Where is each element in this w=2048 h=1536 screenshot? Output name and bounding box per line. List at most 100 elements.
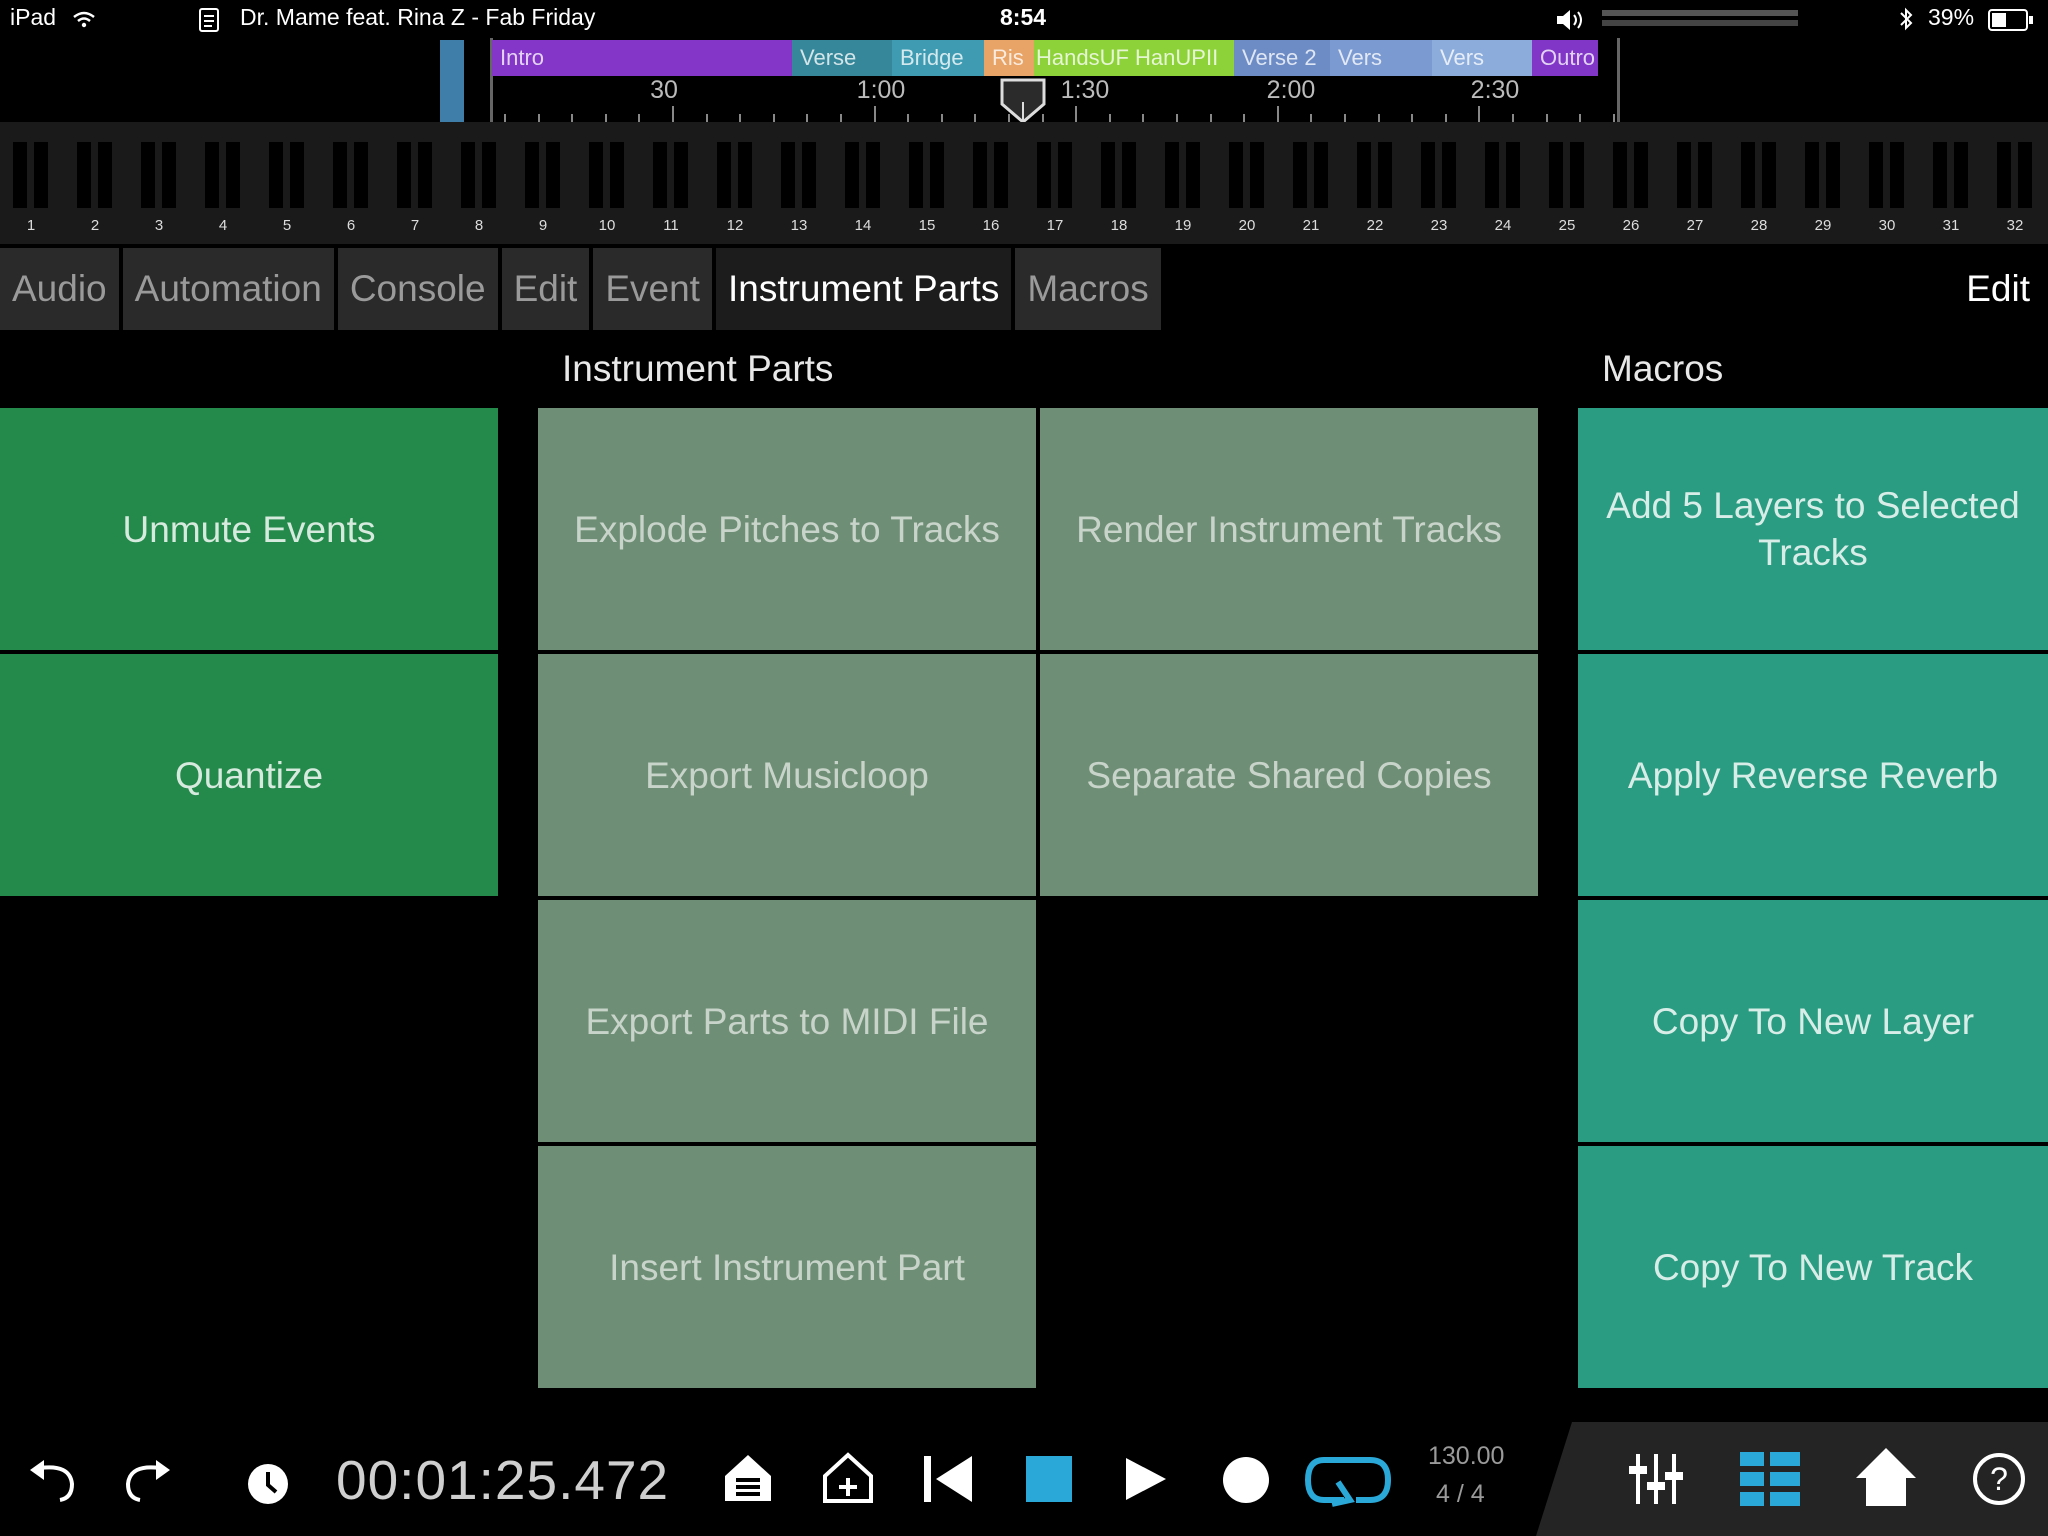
add-marker-icon[interactable]	[822, 1452, 874, 1504]
timeline-tick	[873, 106, 876, 122]
bluetooth-icon	[1900, 7, 1913, 31]
grid-icon[interactable]	[1738, 1450, 1802, 1508]
keyboard-key-group[interactable]	[396, 142, 434, 208]
keyboard-key-group[interactable]	[1740, 142, 1778, 208]
tab-macros[interactable]: Macros	[1015, 248, 1161, 330]
home-icon[interactable]	[1854, 1446, 1918, 1508]
mixer-icon[interactable]	[1626, 1450, 1686, 1508]
copy-to-new-track-button[interactable]: Copy To New Track	[1578, 1146, 2048, 1388]
stop-icon[interactable]	[1026, 1456, 1072, 1502]
keyboard-key-group[interactable]	[588, 142, 626, 208]
loop-icon[interactable]	[1304, 1452, 1392, 1508]
timeline-tick	[1209, 114, 1212, 122]
undo-icon[interactable]	[26, 1458, 78, 1504]
timeline-tick	[1612, 114, 1615, 122]
timeline-tick	[940, 114, 943, 122]
song-title: Dr. Mame feat. Rina Z - Fab Friday	[240, 4, 596, 30]
render-instrument-tracks-button[interactable]: Render Instrument Tracks	[1040, 408, 1538, 650]
clock-icon[interactable]	[246, 1462, 290, 1506]
keyboard-key-group[interactable]	[1100, 142, 1138, 208]
keyboard-key-number: 23	[1430, 217, 1448, 234]
marker-list-icon[interactable]	[722, 1452, 774, 1504]
time-display[interactable]: 00:01:25.472	[336, 1448, 669, 1512]
keyboard-key-number: 31	[1942, 217, 1960, 234]
export-musicloop-button[interactable]: Export Musicloop	[538, 654, 1036, 896]
keyboard-key-group[interactable]	[1612, 142, 1650, 208]
keyboard-key-group[interactable]	[1228, 142, 1266, 208]
insert-instrument-part-button[interactable]: Insert Instrument Part	[538, 1146, 1036, 1388]
keyboard-key-group[interactable]	[716, 142, 754, 208]
keyboard-key-number: 1	[26, 217, 36, 234]
keyboard-key-number: 11	[663, 217, 679, 234]
svg-text:?: ?	[1990, 1461, 2008, 1497]
add-layers-button[interactable]: Add 5 Layers to Selected Tracks	[1578, 408, 2048, 650]
keyboard-key-group[interactable]	[972, 142, 1010, 208]
keyboard-key-number: 6	[346, 217, 356, 234]
keyboard-key-group[interactable]	[1868, 142, 1906, 208]
playhead-icon[interactable]	[998, 78, 1048, 124]
timeline-tick	[1243, 114, 1246, 122]
apply-reverse-reverb-button[interactable]: Apply Reverse Reverb	[1578, 654, 2048, 896]
unmute-events-button[interactable]: Unmute Events	[0, 408, 498, 650]
redo-icon[interactable]	[122, 1458, 174, 1504]
timeline-tick	[504, 114, 506, 122]
keyboard-strip[interactable]: 1 2 3 4 5 6 7 8 9 10 11 12 13 14 15 16 17 18 19 20 21 22 23 24 2…	[0, 122, 2048, 244]
play-icon[interactable]	[1124, 1456, 1168, 1502]
quantize-button[interactable]: Quantize	[0, 654, 498, 896]
timeline-tick	[1478, 106, 1481, 122]
timeline-tick	[806, 114, 809, 122]
keyboard-key-group[interactable]	[1356, 142, 1394, 208]
time-signature-display[interactable]: 4 / 4	[1436, 1480, 1485, 1509]
keyboard-key-group[interactable]	[1292, 142, 1330, 208]
tempo-display[interactable]: 130.00	[1428, 1442, 1504, 1471]
keyboard-key-group[interactable]	[1932, 142, 1970, 208]
keyboard-key-group[interactable]	[524, 142, 562, 208]
keyboard-key-number: 20	[1238, 217, 1256, 234]
keyboard-key-group[interactable]	[12, 142, 50, 208]
keyboard-key-group[interactable]	[76, 142, 114, 208]
keyboard-key-group[interactable]	[140, 142, 178, 208]
keyboard-key-group[interactable]	[844, 142, 882, 208]
keyboard-key-group[interactable]	[1484, 142, 1522, 208]
keyboard-key-group[interactable]	[1676, 142, 1714, 208]
keyboard-key-group[interactable]	[908, 142, 946, 208]
arranger-timeline[interactable]: Intro Verse Bridge Ris HandsUF HanUPII V…	[440, 38, 1624, 124]
edit-button[interactable]: Edit	[1966, 248, 2030, 330]
export-parts-midi-button[interactable]: Export Parts to MIDI File	[538, 900, 1036, 1142]
keyboard-key-group[interactable]	[204, 142, 242, 208]
keyboard-key-group[interactable]	[1996, 142, 2034, 208]
tab-automation[interactable]: Automation	[122, 248, 334, 330]
keyboard-key-group[interactable]	[652, 142, 690, 208]
timeline-tick	[1142, 114, 1145, 122]
battery-percent: 39%	[1928, 4, 1975, 30]
battery-icon	[1988, 9, 2033, 31]
rewind-to-start-icon[interactable]	[922, 1454, 974, 1504]
timeline-tick	[1444, 114, 1447, 122]
keyboard-key-group[interactable]	[1164, 142, 1202, 208]
tab-edit[interactable]: Edit	[501, 248, 590, 330]
timeline-tick	[638, 114, 641, 122]
keyboard-key-group[interactable]	[1548, 142, 1586, 208]
tab-audio[interactable]: Audio	[0, 248, 119, 330]
separate-shared-copies-button[interactable]: Separate Shared Copies	[1040, 654, 1538, 896]
keyboard-key-number: 9	[538, 217, 548, 234]
tab-instrument-parts[interactable]: Instrument Parts	[715, 248, 1012, 330]
keyboard-key-group[interactable]	[1036, 142, 1074, 208]
keyboard-key-group[interactable]	[460, 142, 498, 208]
explode-pitches-button[interactable]: Explode Pitches to Tracks	[538, 408, 1036, 650]
keyboard-key-group[interactable]	[1804, 142, 1842, 208]
record-icon[interactable]	[1222, 1456, 1270, 1504]
keyboard-key-group[interactable]	[780, 142, 818, 208]
keyboard-key-number: 14	[854, 217, 872, 234]
volume-bar-2	[1602, 20, 1798, 26]
keyboard-key-number: 29	[1814, 217, 1832, 234]
keyboard-key-group[interactable]	[268, 142, 306, 208]
keyboard-key-group[interactable]	[1420, 142, 1458, 208]
timeline-tick	[1545, 114, 1548, 122]
document-icon	[199, 8, 219, 32]
copy-to-new-layer-button[interactable]: Copy To New Layer	[1578, 900, 2048, 1142]
tab-event[interactable]: Event	[593, 248, 712, 330]
help-icon[interactable]: ?	[1972, 1452, 2026, 1506]
keyboard-key-group[interactable]	[332, 142, 370, 208]
tab-console[interactable]: Console	[337, 248, 498, 330]
